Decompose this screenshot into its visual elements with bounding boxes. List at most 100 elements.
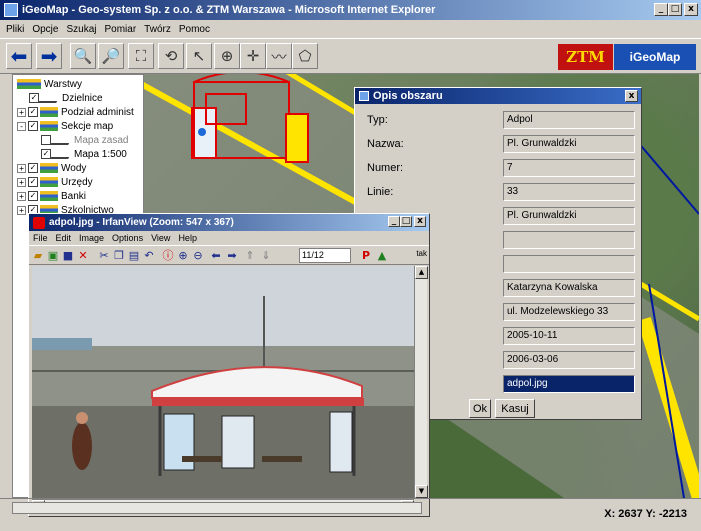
irf-zoom-out-icon[interactable]: ⊖: [191, 249, 205, 263]
layer-row[interactable]: - ✓ Sekcje map: [17, 119, 113, 133]
layer-row[interactable]: + ✓ Urzędy: [17, 175, 93, 189]
ok-button[interactable]: Ok: [469, 399, 491, 418]
layer-label: Wody: [61, 162, 87, 174]
menu-pliki[interactable]: Pliki: [6, 24, 24, 35]
layer-row[interactable]: + ✓ Podział administ: [17, 105, 134, 119]
zoom-previous-icon[interactable]: ⟲: [158, 43, 184, 69]
layer-label: Urzędy: [61, 176, 93, 188]
layer-row[interactable]: + ✓ Banki: [17, 189, 86, 203]
field-value[interactable]: [503, 231, 635, 249]
scroll-down-icon[interactable]: ▼: [415, 485, 428, 498]
irf-menu-help[interactable]: Help: [178, 233, 197, 243]
field-value[interactable]: Pl. Grunwaldzki: [503, 135, 635, 153]
info-icon[interactable]: ⓘ: [161, 249, 175, 263]
field-label: Numer:: [367, 162, 404, 174]
main-title-bar: iGeoMap - Geo-system Sp. z o.o. & ZTM Wa…: [0, 0, 701, 20]
layer-checkbox[interactable]: ✓: [28, 177, 38, 187]
minimize-button[interactable]: _: [654, 3, 668, 16]
layer-label: Mapa 1:500: [74, 148, 127, 160]
menu-opcje[interactable]: Opcje: [32, 24, 58, 35]
save-disk-icon[interactable]: ■: [61, 249, 75, 263]
delete-x-icon[interactable]: ✕: [76, 249, 90, 263]
layer-row[interactable]: + ✓ Wody: [17, 161, 86, 175]
cut-icon[interactable]: ✂: [97, 249, 111, 263]
expander-icon[interactable]: +: [17, 163, 26, 173]
menu-tworz[interactable]: Twórz: [144, 24, 171, 35]
irfanview-icon: [33, 216, 45, 229]
irf-menu-file[interactable]: File: [33, 233, 48, 243]
menu-pomoc[interactable]: Pomoc: [179, 24, 210, 35]
layer-checkbox[interactable]: ✓: [28, 121, 38, 131]
expander-icon[interactable]: +: [17, 205, 26, 215]
layer-checkbox[interactable]: ✓: [28, 107, 38, 117]
maximize-button[interactable]: □: [668, 3, 682, 16]
dialog-close-button[interactable]: x: [625, 90, 638, 102]
layer-line-icon: [38, 93, 62, 103]
field-value[interactable]: adpol.jpg: [503, 375, 635, 393]
measure-area-icon[interactable]: ⬠: [292, 43, 318, 69]
crosshair-icon[interactable]: ⊕: [214, 43, 240, 69]
field-value[interactable]: 2005-10-11: [503, 327, 635, 345]
field-value[interactable]: [503, 255, 635, 273]
menu-szukaj[interactable]: Szukaj: [66, 24, 96, 35]
irf-menu-edit[interactable]: Edit: [56, 233, 72, 243]
print-p-icon[interactable]: P: [359, 249, 373, 263]
irfanview-close-button[interactable]: x: [414, 216, 426, 227]
first-image-icon[interactable]: ⇑: [243, 249, 257, 263]
layers-root[interactable]: Warstwy: [17, 77, 82, 91]
zoom-in-icon[interactable]: 🔍: [70, 43, 96, 69]
expander-icon[interactable]: +: [17, 177, 26, 187]
close-button[interactable]: x: [684, 3, 698, 16]
layer-map-icon: [40, 163, 58, 173]
field-value[interactable]: 7: [503, 159, 635, 177]
next-image-icon[interactable]: ➡: [225, 249, 239, 263]
zoom-extent-icon[interactable]: ⛶: [128, 43, 154, 69]
irf-menu-view[interactable]: View: [151, 233, 170, 243]
expander-icon[interactable]: +: [17, 191, 26, 201]
coordinates-readout: X: 2637 Y: -2213: [604, 508, 687, 520]
dialog-app-icon: [359, 91, 369, 101]
field-value[interactable]: Adpol: [503, 111, 635, 129]
undo-icon[interactable]: ↶: [142, 249, 156, 263]
expander-icon[interactable]: +: [17, 107, 26, 117]
field-value[interactable]: 2006-03-06: [503, 351, 635, 369]
irf-zoom-in-icon[interactable]: ⊕: [176, 249, 190, 263]
layer-row[interactable]: ✓ Mapa 1:500: [41, 147, 127, 161]
forward-arrow-icon[interactable]: ➡: [36, 43, 62, 69]
photo-canvas: [32, 266, 414, 498]
layer-checkbox[interactable]: ✓: [28, 163, 38, 173]
field-value[interactable]: Katarzyna Kowalska: [503, 279, 635, 297]
irf-menu-image[interactable]: Image: [79, 233, 104, 243]
main-horizontal-scrollbar[interactable]: [12, 502, 422, 514]
pan-crosshair-icon[interactable]: ✛: [240, 43, 266, 69]
page-counter-field[interactable]: 11/12: [299, 248, 351, 263]
irfanview-maximize-button[interactable]: □: [400, 216, 412, 227]
igeomap-logo: iGeoMap: [614, 44, 696, 70]
menu-pomiar[interactable]: Pomiar: [104, 24, 136, 35]
back-arrow-icon[interactable]: ⬅: [6, 43, 32, 69]
last-image-icon[interactable]: ⇓: [259, 249, 273, 263]
expander-icon[interactable]: -: [17, 121, 26, 131]
select-pointer-icon[interactable]: ↖: [186, 43, 212, 69]
layer-row[interactable]: Mapa zasad: [41, 133, 128, 147]
layer-label: Banki: [61, 190, 87, 202]
open-folder-icon[interactable]: ▰: [31, 249, 45, 263]
slideshow-icon[interactable]: ▣: [46, 249, 60, 263]
measure-line-icon[interactable]: 〰: [266, 43, 292, 69]
layer-row[interactable]: ✓ Dzielnice: [29, 91, 103, 105]
layer-checkbox[interactable]: ✓: [28, 191, 38, 201]
paint-icon[interactable]: ▲: [375, 249, 389, 263]
field-value[interactable]: ul. Modzelewskiego 33: [503, 303, 635, 321]
irfanview-vertical-scrollbar[interactable]: ▲ ▼: [414, 266, 428, 498]
field-value[interactable]: Pl. Grunwaldzki: [503, 207, 635, 225]
irfanview-title: adpol.jpg - IrfanView (Zoom: 547 x 367): [49, 217, 234, 228]
cancel-button[interactable]: Kasuj: [495, 399, 535, 418]
paste-icon[interactable]: ▤: [127, 249, 141, 263]
zoom-out-icon[interactable]: 🔎: [98, 43, 124, 69]
previous-image-icon[interactable]: ⬅: [209, 249, 223, 263]
scroll-up-icon[interactable]: ▲: [415, 266, 428, 279]
copy-icon[interactable]: ❐: [112, 249, 126, 263]
field-value[interactable]: 33: [503, 183, 635, 201]
irf-menu-options[interactable]: Options: [112, 233, 143, 243]
irfanview-minimize-button[interactable]: _: [388, 216, 400, 227]
